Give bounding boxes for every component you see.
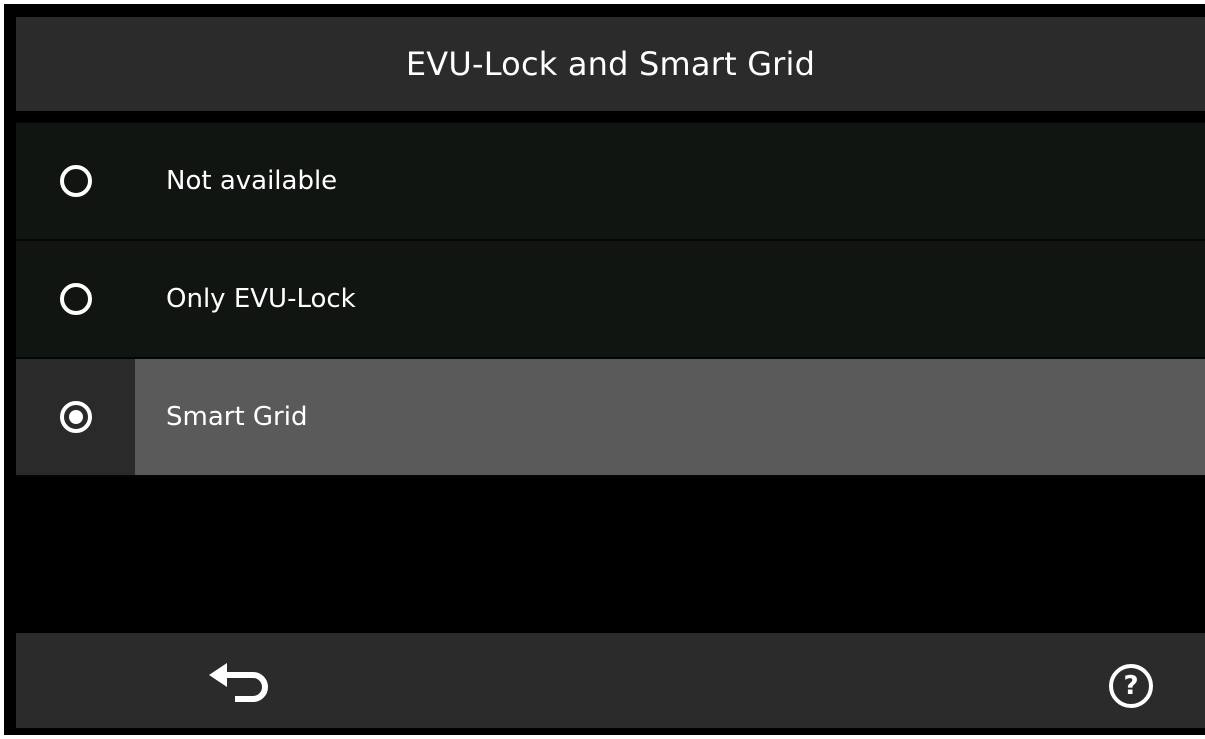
option-label: Smart Grid [166, 402, 308, 432]
radio-selected-icon[interactable] [59, 401, 92, 433]
option-list: Not available Only EVU-Lock Smart Grid [16, 122, 1205, 477]
radio-dot [68, 410, 83, 424]
header-bar: EVU-Lock and Smart Grid [16, 17, 1205, 111]
option-not-available[interactable]: Not available [16, 122, 1205, 241]
screen: EVU-Lock and Smart Grid Not available On… [4, 4, 1205, 735]
option-smart-grid[interactable]: Smart Grid [16, 359, 1205, 477]
radio-unselected-icon[interactable] [59, 283, 92, 315]
help-button[interactable]: ? [1106, 661, 1156, 711]
footer-bar: ? [16, 633, 1205, 728]
back-button[interactable] [204, 661, 276, 705]
radio-cell [16, 241, 135, 357]
option-label: Not available [166, 166, 338, 196]
radio-unselected-icon[interactable] [59, 165, 92, 197]
radio-cell [16, 359, 135, 475]
back-arrow-icon [209, 663, 268, 702]
help-glyph: ? [1123, 671, 1139, 701]
radio-cell [16, 123, 135, 239]
page-title: EVU-Lock and Smart Grid [405, 45, 816, 83]
option-only-evu-lock[interactable]: Only EVU-Lock [16, 241, 1205, 359]
help-icon: ? [1109, 664, 1153, 708]
option-label: Only EVU-Lock [166, 284, 356, 314]
